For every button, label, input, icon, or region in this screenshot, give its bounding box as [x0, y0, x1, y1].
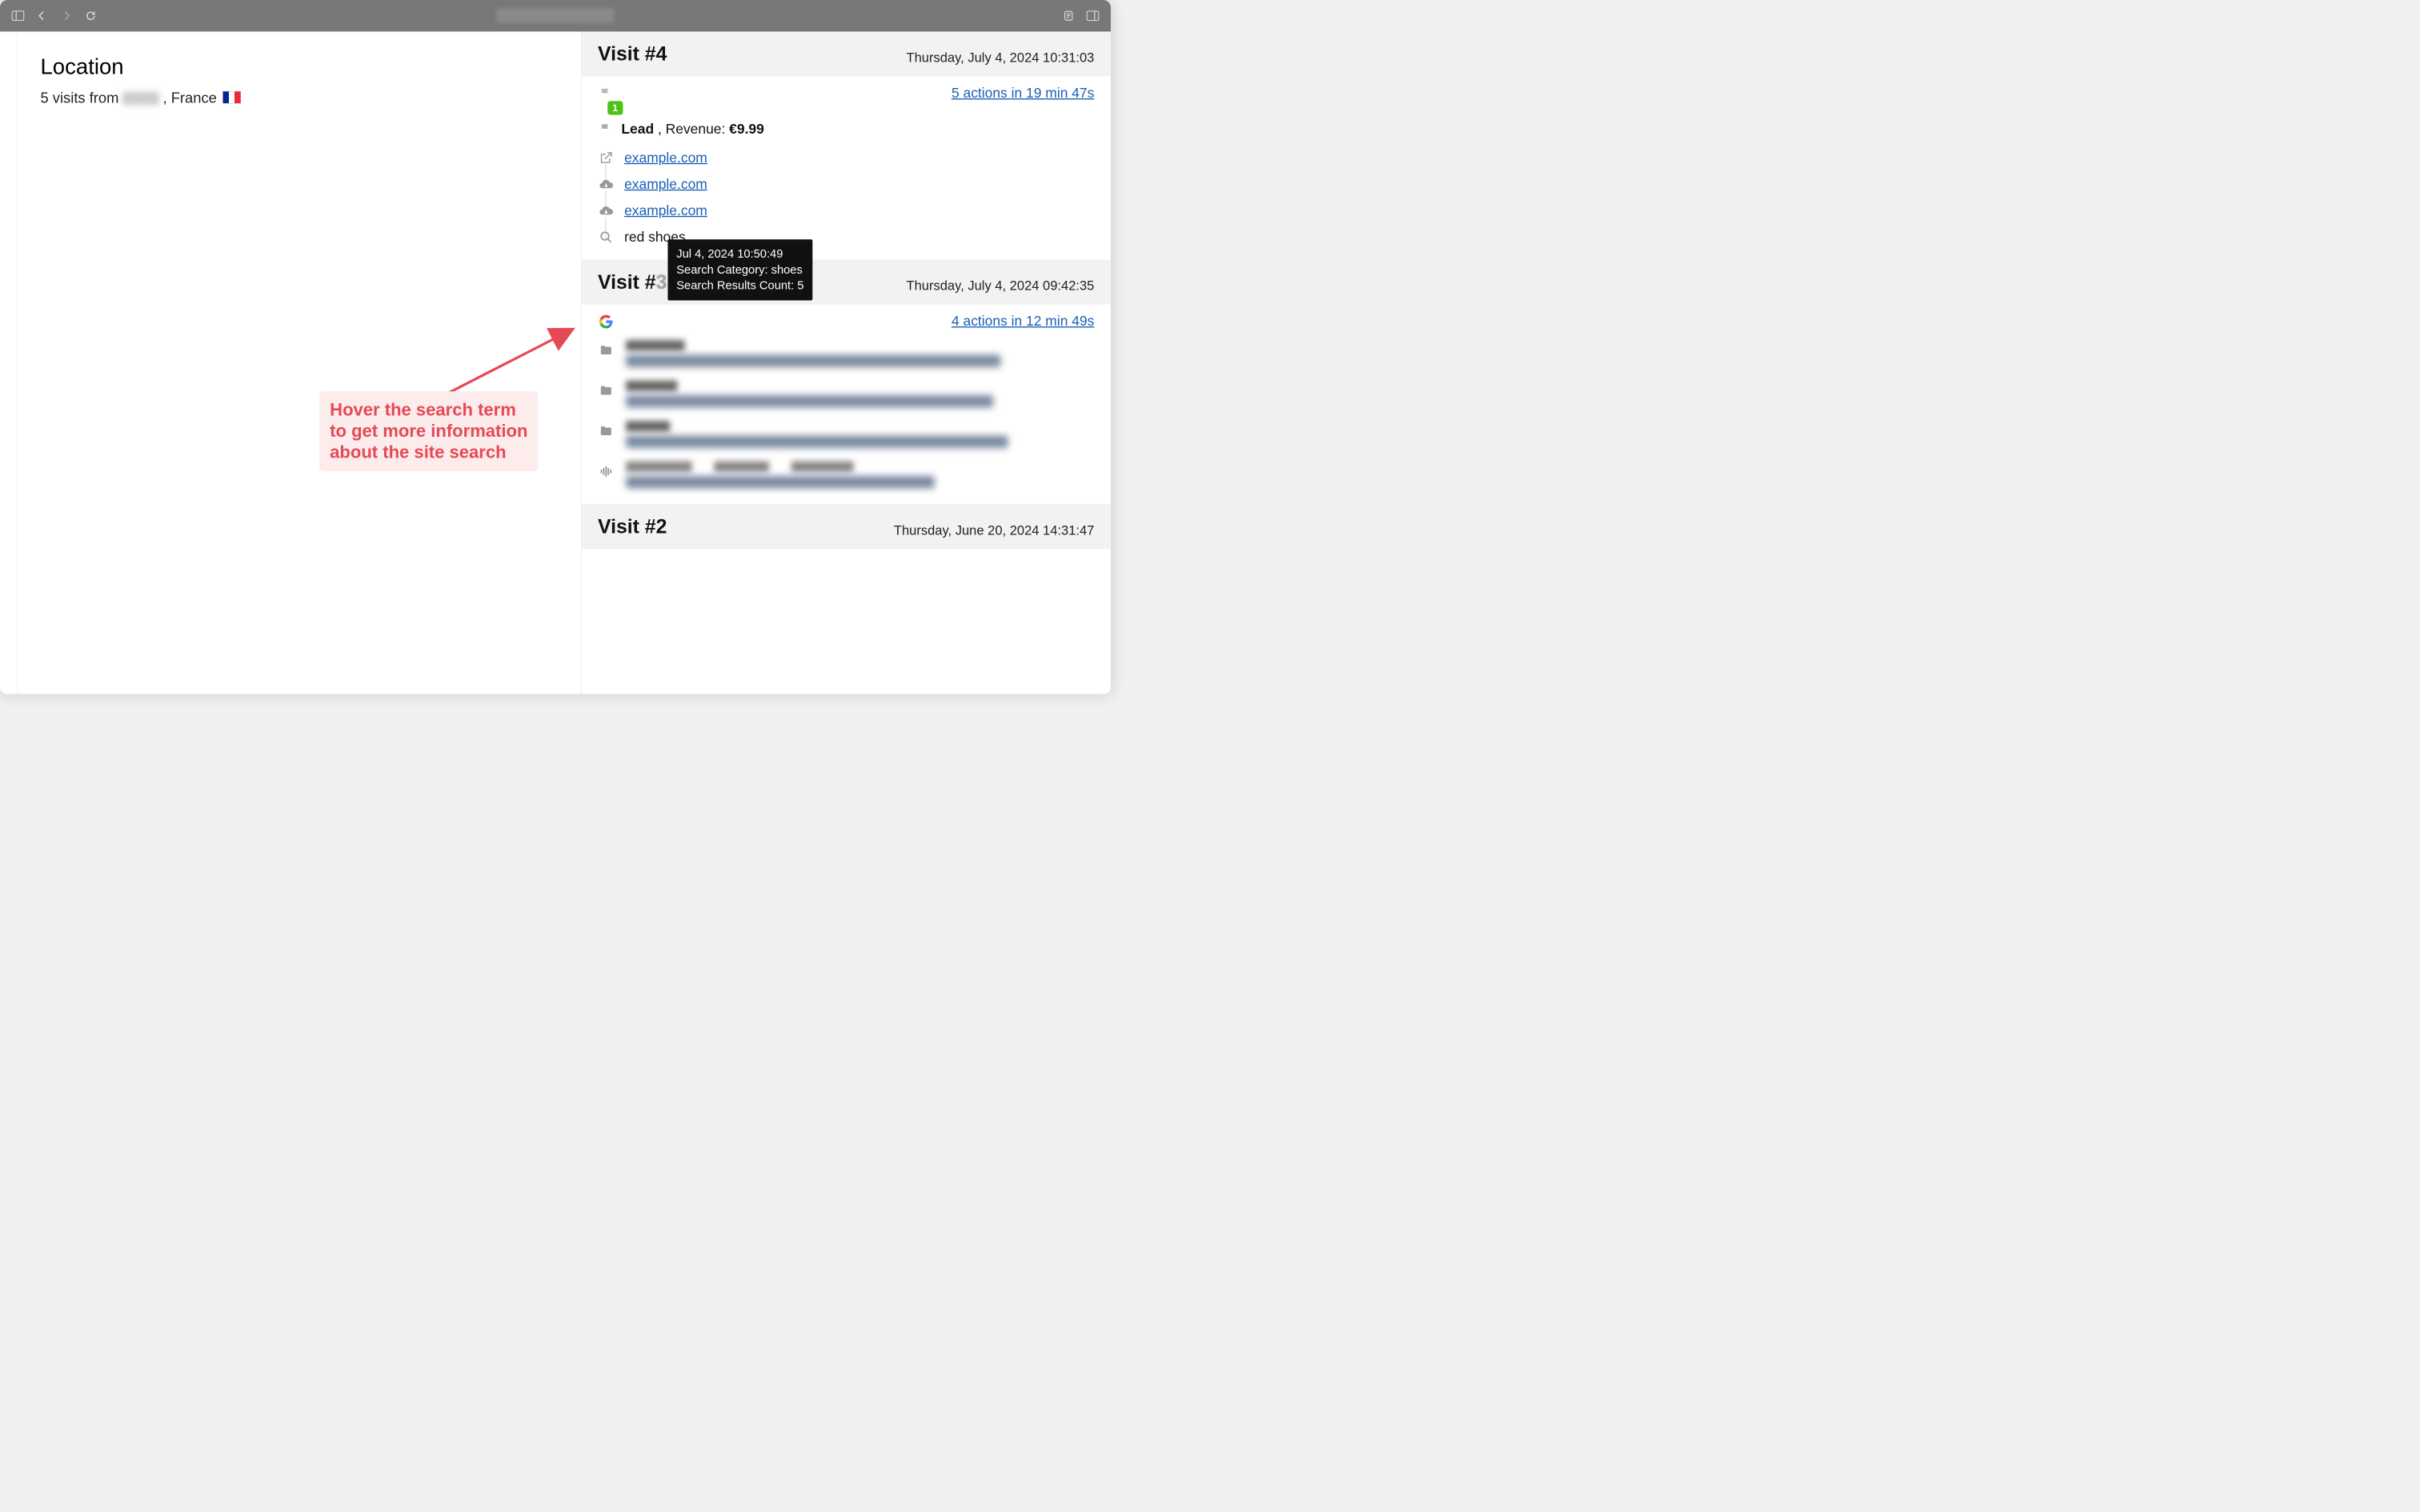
tooltip-line: Search Results Count: 5: [676, 278, 803, 294]
left-panel: Location 5 visits from , France Hover th…: [0, 31, 581, 694]
blurred-text: [714, 462, 769, 473]
revenue-value: €9.99: [729, 122, 764, 137]
action-item-download: example.com: [598, 198, 1094, 224]
blurred-city: [122, 92, 159, 106]
content-area: Location 5 visits from , France Hover th…: [0, 31, 1111, 694]
action-item-outlink: example.com: [598, 145, 1094, 171]
blurred-text: [791, 462, 853, 473]
blurred-text: [626, 462, 692, 473]
reader-icon[interactable]: [1062, 9, 1076, 22]
action-link[interactable]: example.com: [624, 150, 707, 166]
country-text: , France: [163, 90, 217, 106]
google-icon: [598, 314, 614, 330]
tabs-icon[interactable]: [1086, 9, 1100, 22]
visit-header: Visit #4 Thursday, July 4, 2024 10:31:03: [581, 31, 1111, 76]
cloud-download-icon: [598, 176, 614, 192]
visit-date: Thursday, July 4, 2024 09:42:35: [907, 278, 1095, 293]
blurred-text: [626, 421, 670, 432]
annotation-line: to get more information: [330, 421, 527, 442]
visit-title: Visit #4: [598, 42, 667, 65]
forward-icon[interactable]: [59, 9, 73, 22]
reload-icon[interactable]: [84, 9, 98, 22]
cloud-download-icon: [598, 202, 614, 218]
back-icon[interactable]: [35, 9, 49, 22]
lead-row: Lead , Revenue: €9.99: [598, 121, 1094, 137]
tooltip-line: Search Category: shoes: [676, 262, 803, 278]
folder-icon: [598, 423, 614, 439]
action-item-page: [598, 414, 1094, 454]
browser-toolbar: [0, 0, 1111, 31]
url-bar[interactable]: [497, 9, 615, 23]
visit-body: 4 actions in 12 min 49s: [581, 305, 1111, 505]
left-sidebar-strip: [0, 31, 18, 694]
lead-label: Lead: [621, 122, 654, 137]
tooltip-line: Jul 4, 2024 10:50:49: [676, 246, 803, 262]
annotation-line: Hover the search term: [330, 399, 527, 420]
visit-body: 5 actions in 19 min 47s 1 Lead , Revenue…: [581, 76, 1111, 259]
goal-badge: 1: [607, 101, 623, 114]
location-heading: Location: [40, 54, 555, 79]
france-flag-icon: [222, 91, 241, 104]
actions-summary-link[interactable]: 5 actions in 19 min 47s: [952, 86, 1094, 102]
location-summary: 5 visits from , France: [40, 90, 555, 106]
folder-icon: [598, 382, 614, 398]
action-list: example.com example.com: [598, 145, 1094, 250]
action-item-event: [598, 454, 1094, 494]
action-link[interactable]: example.com: [624, 177, 707, 193]
visit-title: Visit #2: [598, 515, 667, 538]
blurred-text: [626, 435, 1008, 448]
waveform-icon: [598, 463, 614, 479]
search-tooltip: Jul 4, 2024 10:50:49 Search Category: sh…: [667, 239, 812, 300]
browser-window: Location 5 visits from , France Hover th…: [0, 0, 1111, 694]
blurred-text: [626, 476, 935, 489]
annotation-callout: Hover the search term to get more inform…: [319, 391, 538, 471]
search-icon: [598, 229, 614, 245]
sidebar-toggle-icon[interactable]: [11, 9, 25, 22]
visit-header: Visit #3 Thursday, July 4, 2024 09:42:35: [581, 260, 1111, 305]
flag-icon: [598, 121, 614, 137]
blurred-text: [626, 381, 677, 392]
visit-date: Thursday, June 20, 2024 14:31:47: [894, 522, 1094, 538]
flag-icon: [598, 86, 614, 102]
revenue-label: , Revenue:: [654, 122, 729, 137]
visit-title: Visit #3: [598, 270, 667, 293]
action-item-page: [598, 374, 1094, 414]
blurred-text: [626, 354, 1000, 367]
action-item-page: [598, 334, 1094, 374]
blurred-text: [626, 340, 684, 351]
visit-header: Visit #2 Thursday, June 20, 2024 14:31:4…: [581, 504, 1111, 549]
action-link[interactable]: example.com: [624, 203, 707, 219]
folder-icon: [598, 342, 614, 358]
blurred-text: [626, 395, 993, 408]
action-item-search: red shoes Jul 4, 2024 10:50:49 Search Ca…: [598, 224, 1094, 250]
annotation-line: about the site search: [330, 442, 527, 462]
visits-from-text: 5 visits from: [40, 90, 118, 106]
external-link-icon: [598, 150, 614, 166]
right-panel: Visit #4 Thursday, July 4, 2024 10:31:03…: [581, 31, 1111, 694]
visit-date: Thursday, July 4, 2024 10:31:03: [907, 50, 1095, 65]
actions-summary-link[interactable]: 4 actions in 12 min 49s: [952, 314, 1094, 330]
action-item-download: example.com: [598, 171, 1094, 198]
